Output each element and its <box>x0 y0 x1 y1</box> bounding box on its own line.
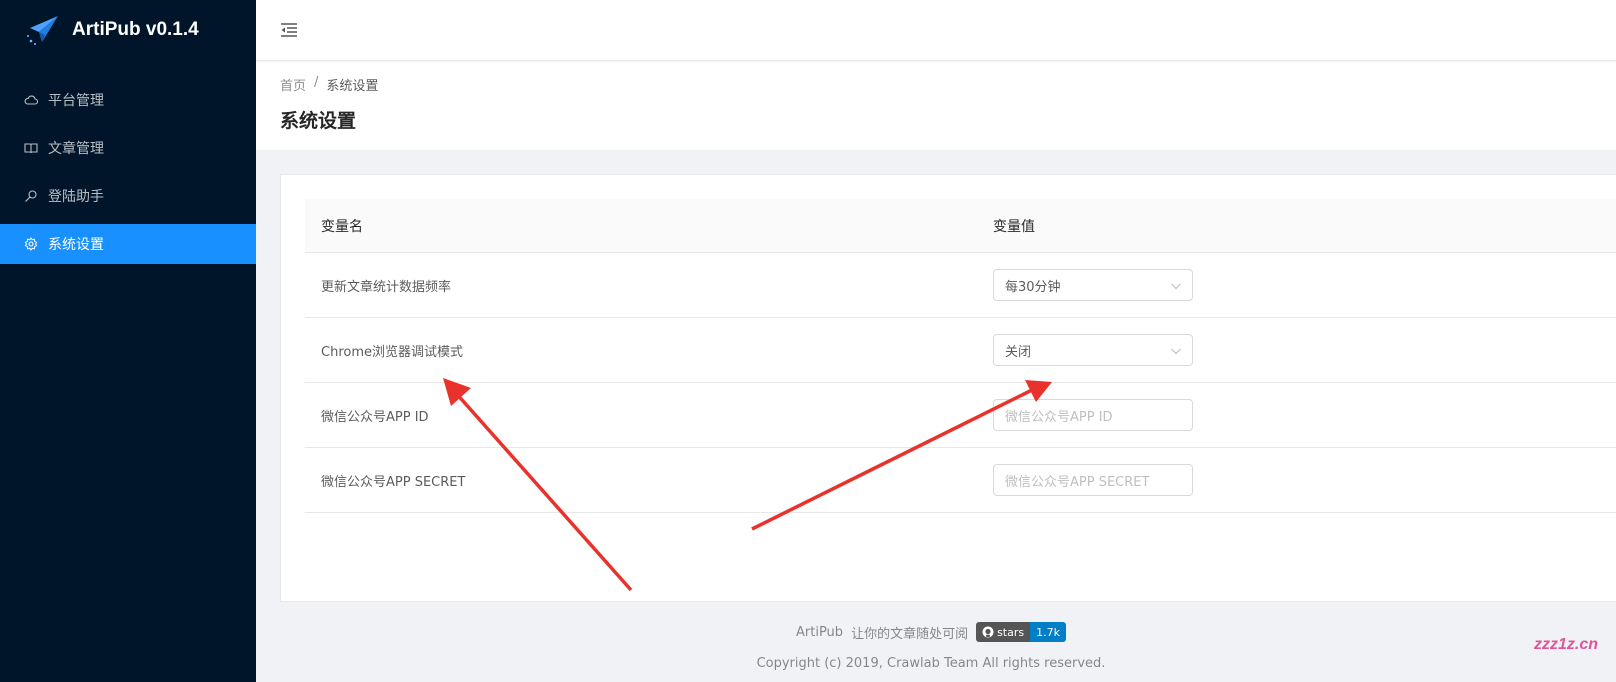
stats-frequency-select[interactable]: 每30分钟 <box>993 269 1193 301</box>
copyright: Copyright (c) 2019, Crawlab Team All rig… <box>756 656 1106 671</box>
select-value: 关闭 <box>1005 344 1032 360</box>
table-row: 微信公众号APP SECRET 微信公众号APP SECRET <box>305 448 1616 513</box>
settings-table: 变量名 变量值 更新文章统计数据频率 每30分钟 Chrome浏览器调试模式 关… <box>305 199 1616 513</box>
sidebar: ArtiPub v0.1.4 平台管理 文章管理 登陆助手 系统设置 <box>0 0 256 682</box>
paper-plane-logo-icon <box>27 16 58 45</box>
breadcrumb-separator: / <box>314 75 319 90</box>
sidebar-item-label: 文章管理 <box>48 141 104 157</box>
sidebar-menu: 平台管理 文章管理 登陆助手 系统设置 <box>0 80 256 264</box>
sidebar-item-login-helper[interactable]: 登陆助手 <box>0 176 256 216</box>
table-row: 更新文章统计数据频率 每30分钟 <box>305 253 1616 318</box>
sidebar-item-label: 平台管理 <box>48 93 104 109</box>
chevron-down-icon <box>1171 348 1181 355</box>
book-icon <box>24 141 38 155</box>
key-icon <box>24 189 38 203</box>
sidebar-item-label: 系统设置 <box>48 237 104 253</box>
badge-label: stars <box>997 625 1025 639</box>
logo[interactable]: ArtiPub v0.1.4 <box>0 0 256 60</box>
breadcrumb: 首页 / 系统设置 <box>280 75 1592 94</box>
chevron-down-icon <box>1171 283 1181 290</box>
table-row: 微信公众号APP ID 微信公众号APP ID <box>305 383 1616 448</box>
settings-card: 变量名 变量值 更新文章统计数据频率 每30分钟 Chrome浏览器调试模式 关… <box>280 174 1616 602</box>
setting-name: Chrome浏览器调试模式 <box>321 344 463 360</box>
github-icon <box>982 626 994 638</box>
page-title: 系统设置 <box>280 110 357 132</box>
sidebar-item-settings[interactable]: 系统设置 <box>0 224 256 264</box>
wechat-app-secret-input[interactable]: 微信公众号APP SECRET <box>993 464 1193 496</box>
chrome-debug-mode-select[interactable]: 关闭 <box>993 334 1193 366</box>
github-stars-badge[interactable]: stars 1.7k <box>976 622 1066 642</box>
breadcrumb-home[interactable]: 首页 <box>280 75 306 94</box>
menu-fold-icon[interactable] <box>280 21 298 39</box>
breadcrumb-current: 系统设置 <box>326 79 379 94</box>
select-value: 每30分钟 <box>1005 279 1061 295</box>
watermark: zzz1z.cn <box>1533 636 1598 653</box>
table-row: Chrome浏览器调试模式 关闭 <box>305 318 1616 383</box>
top-header <box>256 0 1616 61</box>
gear-icon <box>24 237 38 251</box>
app-title: ArtiPub v0.1.4 <box>72 19 199 40</box>
column-header-name: 变量名 <box>321 218 363 235</box>
sidebar-item-platform[interactable]: 平台管理 <box>0 80 256 120</box>
cloud-icon <box>24 93 38 107</box>
wechat-app-id-input[interactable]: 微信公众号APP ID <box>993 399 1193 431</box>
footer-slogan: 让你的文章随处可阅 <box>851 626 969 642</box>
badge-count: 1.7k <box>1030 622 1066 642</box>
footer: ArtiPub 让你的文章随处可阅 stars 1.7k Copyright (… <box>256 602 1616 682</box>
sidebar-item-articles[interactable]: 文章管理 <box>0 128 256 168</box>
setting-name: 更新文章统计数据频率 <box>321 279 452 295</box>
setting-name: 微信公众号APP SECRET <box>321 474 466 490</box>
setting-name: 微信公众号APP ID <box>321 409 429 425</box>
column-header-value: 变量值 <box>993 218 1035 235</box>
table-header: 变量名 变量值 <box>305 199 1616 253</box>
footer-brand: ArtiPub <box>796 624 844 640</box>
sidebar-item-label: 登陆助手 <box>48 189 104 205</box>
page-header: 首页 / 系统设置 系统设置 <box>256 62 1616 150</box>
